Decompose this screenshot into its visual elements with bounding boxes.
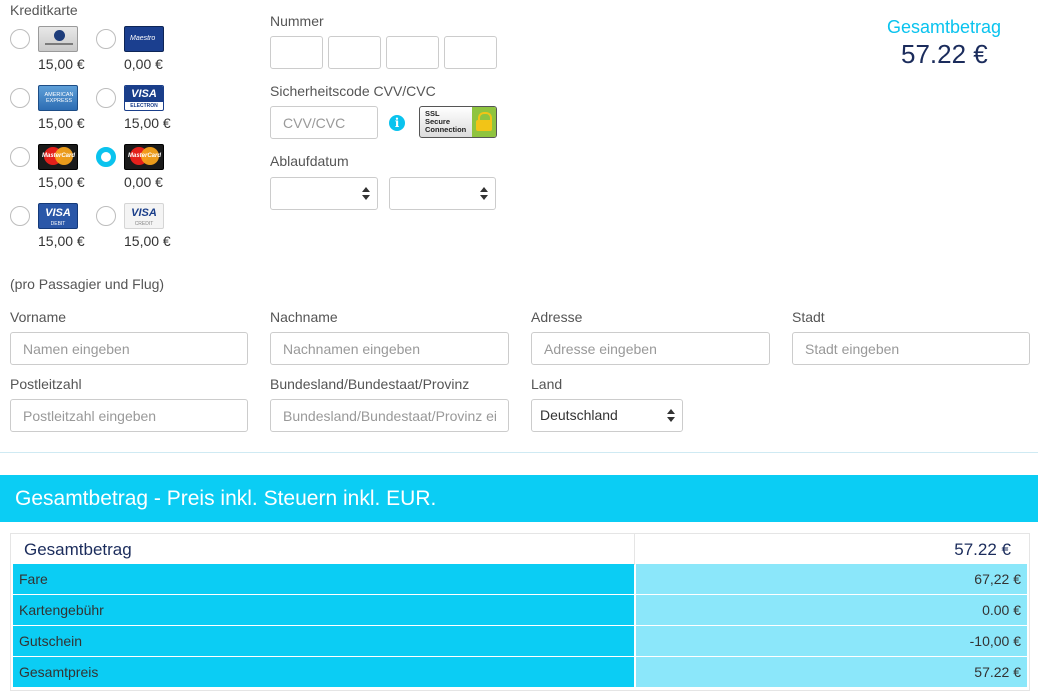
table-row: Kartengebühr 0.00 € [13,595,1027,625]
visa-debit-logo-icon: VISA DEBIT [38,203,78,229]
card-section-label: Kreditkarte [10,2,78,18]
city-label: Stadt [792,309,825,325]
summary-head-label: Gesamtbetrag [11,534,635,565]
card-number-block-3[interactable] [386,36,439,69]
state-label: Bundesland/Bundestaat/Provinz [270,376,470,392]
card-option-visa-electron[interactable]: VISA ELECTRON 15,00 € [96,85,186,141]
lastname-label: Nachname [270,309,338,325]
expiry-month-select[interactable] [270,177,378,210]
card-radio-mastercard-debit[interactable] [96,147,116,167]
table-row: Gutschein -10,00 € [13,626,1027,656]
card-radio-maestro[interactable] [96,29,116,49]
card-price-diners: 15,00 € [38,56,85,72]
firstname-label: Vorname [10,309,67,325]
ssl-secure-badge: SSL Secure Connection [419,106,497,138]
american-express-logo-icon: AMERICAN EXPRESS [38,85,78,111]
section-divider [0,452,1038,453]
state-input[interactable] [270,399,509,432]
city-input[interactable] [792,332,1030,365]
visa-electron-logo-icon: VISA ELECTRON [124,85,164,111]
card-option-visa-credit[interactable]: VISA CREDIT 15,00 € [96,203,186,259]
card-price-visa-credit: 15,00 € [124,233,171,249]
card-radio-amex[interactable] [10,88,30,108]
card-price-visa-debit: 15,00 € [38,233,85,249]
street-input[interactable] [531,332,770,365]
row-label-fare: Fare [13,564,634,594]
card-option-visa-debit[interactable]: VISA DEBIT 15,00 € [10,203,100,259]
expiry-year-select[interactable] [389,177,496,210]
cvv-input[interactable] [270,106,378,139]
zip-input[interactable] [10,399,248,432]
select-arrows-icon [667,409,675,423]
row-value-fare: 67,22 € [636,564,1027,594]
row-label-total-price: Gesamtpreis [13,657,634,687]
total-amount-value: 57.22 € [901,39,988,69]
card-number-block-4[interactable] [444,36,497,69]
card-price-mastercard-credit: 15,00 € [38,174,85,190]
card-radio-visa-electron[interactable] [96,88,116,108]
summary-head-value: 57.22 € [954,540,1011,559]
country-select[interactable]: Deutschland [531,399,683,432]
card-radio-visa-debit[interactable] [10,206,30,226]
maestro-logo-icon: Maestro [124,26,164,52]
mastercard-credit-logo-icon: MasterCard [38,144,78,170]
card-number-block-1[interactable] [270,36,323,69]
mastercard-debit-logo-icon: MasterCard [124,144,164,170]
country-label: Land [531,376,563,392]
price-summary-table: Gesamtbetrag 57.22 € Fare 67,22 € Karten… [10,533,1030,691]
firstname-input[interactable] [10,332,248,365]
expiry-label: Ablaufdatum [270,153,349,169]
cvv-label: Sicherheitscode CVV/CVC [270,83,436,99]
price-summary-banner: Gesamtbetrag - Preis inkl. Steuern inkl.… [0,475,1038,522]
visa-credit-logo-icon: VISA CREDIT [124,203,164,229]
card-radio-visa-credit[interactable] [96,206,116,226]
table-row: Gesamtpreis 57.22 € [13,657,1027,687]
card-radio-mastercard-credit[interactable] [10,147,30,167]
card-price-visa-electron: 15,00 € [124,115,171,131]
table-row: Fare 67,22 € [13,564,1027,594]
card-price-amex: 15,00 € [38,115,85,131]
row-label-voucher: Gutschein [13,626,634,656]
card-option-mastercard-credit[interactable]: MasterCard 15,00 € [10,144,100,200]
total-amount-label: Gesamtbetrag [887,17,1002,37]
select-arrows-icon [362,187,370,201]
card-radio-diners[interactable] [10,29,30,49]
card-price-maestro: 0,00 € [124,56,163,72]
card-price-mastercard-debit: 0,00 € [124,174,163,190]
ssl-badge-text: SSL Secure Connection [425,109,467,134]
row-value-voucher: -10,00 € [636,626,1027,656]
info-icon[interactable]: i [389,115,405,131]
card-option-mastercard-debit[interactable]: MasterCard 0,00 € [96,144,186,200]
row-value-card-fee: 0.00 € [636,595,1027,625]
card-option-diners[interactable]: 15,00 € [10,26,100,82]
lastname-input[interactable] [270,332,509,365]
card-option-amex[interactable]: AMERICAN EXPRESS 15,00 € [10,85,100,141]
card-option-maestro[interactable]: Maestro 0,00 € [96,26,186,82]
select-arrows-icon [480,187,488,201]
card-number-label: Nummer [270,13,324,29]
zip-label: Postleitzahl [10,376,82,392]
row-value-total-price: 57.22 € [636,657,1027,687]
per-passenger-note: (pro Passagier und Flug) [10,276,165,292]
row-label-card-fee: Kartengebühr [13,595,634,625]
card-number-block-2[interactable] [328,36,381,69]
lock-icon [472,107,496,137]
country-select-value: Deutschland [540,407,618,423]
diners-club-logo-icon [38,26,78,52]
street-label: Adresse [531,309,583,325]
